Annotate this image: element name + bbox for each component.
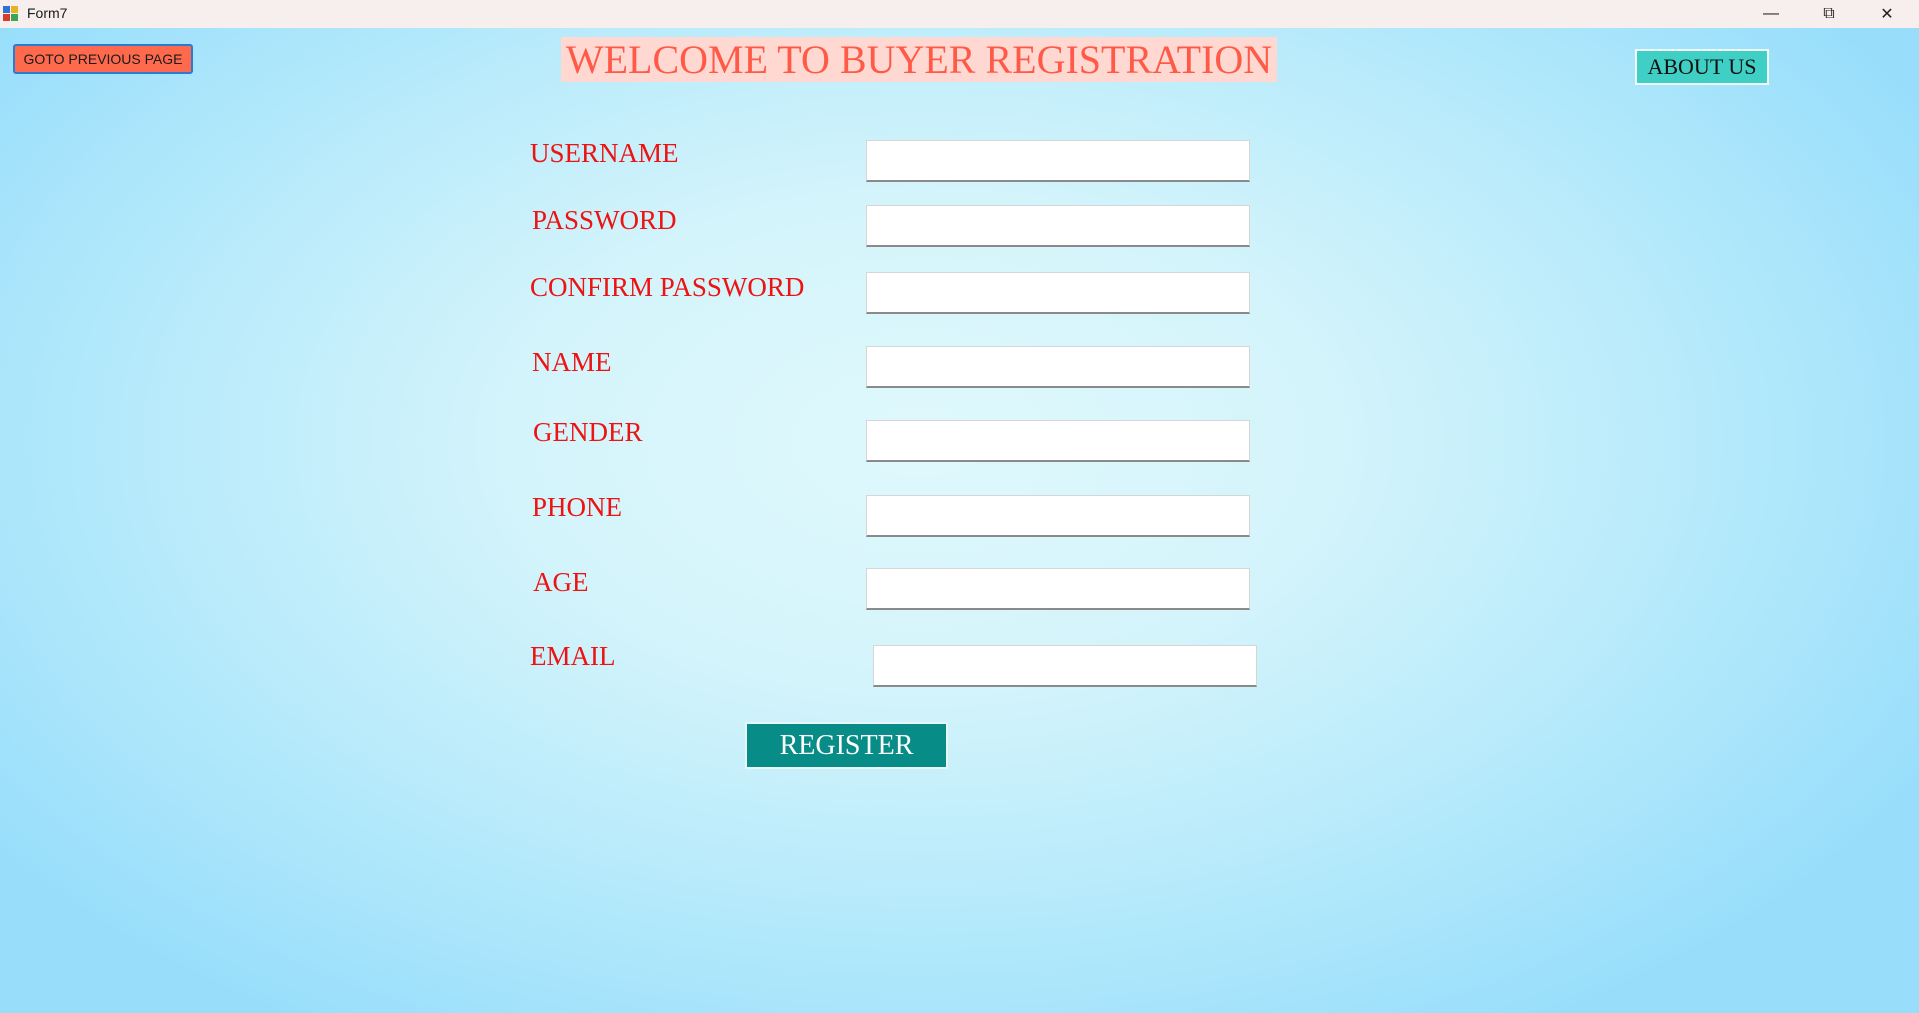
about-us-button[interactable]: ABOUT US	[1635, 49, 1769, 85]
age-field[interactable]	[866, 568, 1250, 610]
name-field[interactable]	[866, 346, 1250, 388]
phone-field[interactable]	[866, 495, 1250, 537]
window-title: Form7	[27, 5, 68, 21]
page-title: WELCOME TO BUYER REGISTRATION	[561, 37, 1277, 82]
minimize-icon: —	[1763, 5, 1779, 22]
name-label: NAME	[532, 347, 612, 377]
close-icon: ✕	[1880, 6, 1894, 23]
password-label: PASSWORD	[532, 205, 677, 235]
window-titlebar: Form7 — ⧉ ✕	[0, 0, 1919, 28]
form-client-area: GOTO PREVIOUS PAGE WELCOME TO BUYER REGI…	[0, 28, 1919, 1013]
email-field[interactable]	[873, 645, 1257, 687]
username-label: USERNAME	[530, 138, 679, 168]
confirm-password-label: CONFIRM PASSWORD	[530, 272, 805, 302]
close-button[interactable]: ✕	[1858, 0, 1916, 28]
age-label: AGE	[533, 567, 589, 597]
register-button[interactable]: REGISTER	[745, 722, 948, 769]
username-field[interactable]	[866, 140, 1250, 182]
email-label: EMAIL	[530, 641, 616, 671]
password-field[interactable]	[866, 205, 1250, 247]
goto-previous-page-button[interactable]: GOTO PREVIOUS PAGE	[13, 44, 193, 74]
phone-label: PHONE	[532, 492, 623, 522]
app-icon	[3, 6, 19, 22]
confirm-password-field[interactable]	[866, 272, 1250, 314]
gender-field[interactable]	[866, 420, 1250, 462]
restore-icon: ⧉	[1823, 5, 1835, 22]
gender-label: GENDER	[533, 417, 643, 447]
restore-button[interactable]: ⧉	[1800, 0, 1858, 28]
minimize-button[interactable]: —	[1742, 0, 1800, 28]
